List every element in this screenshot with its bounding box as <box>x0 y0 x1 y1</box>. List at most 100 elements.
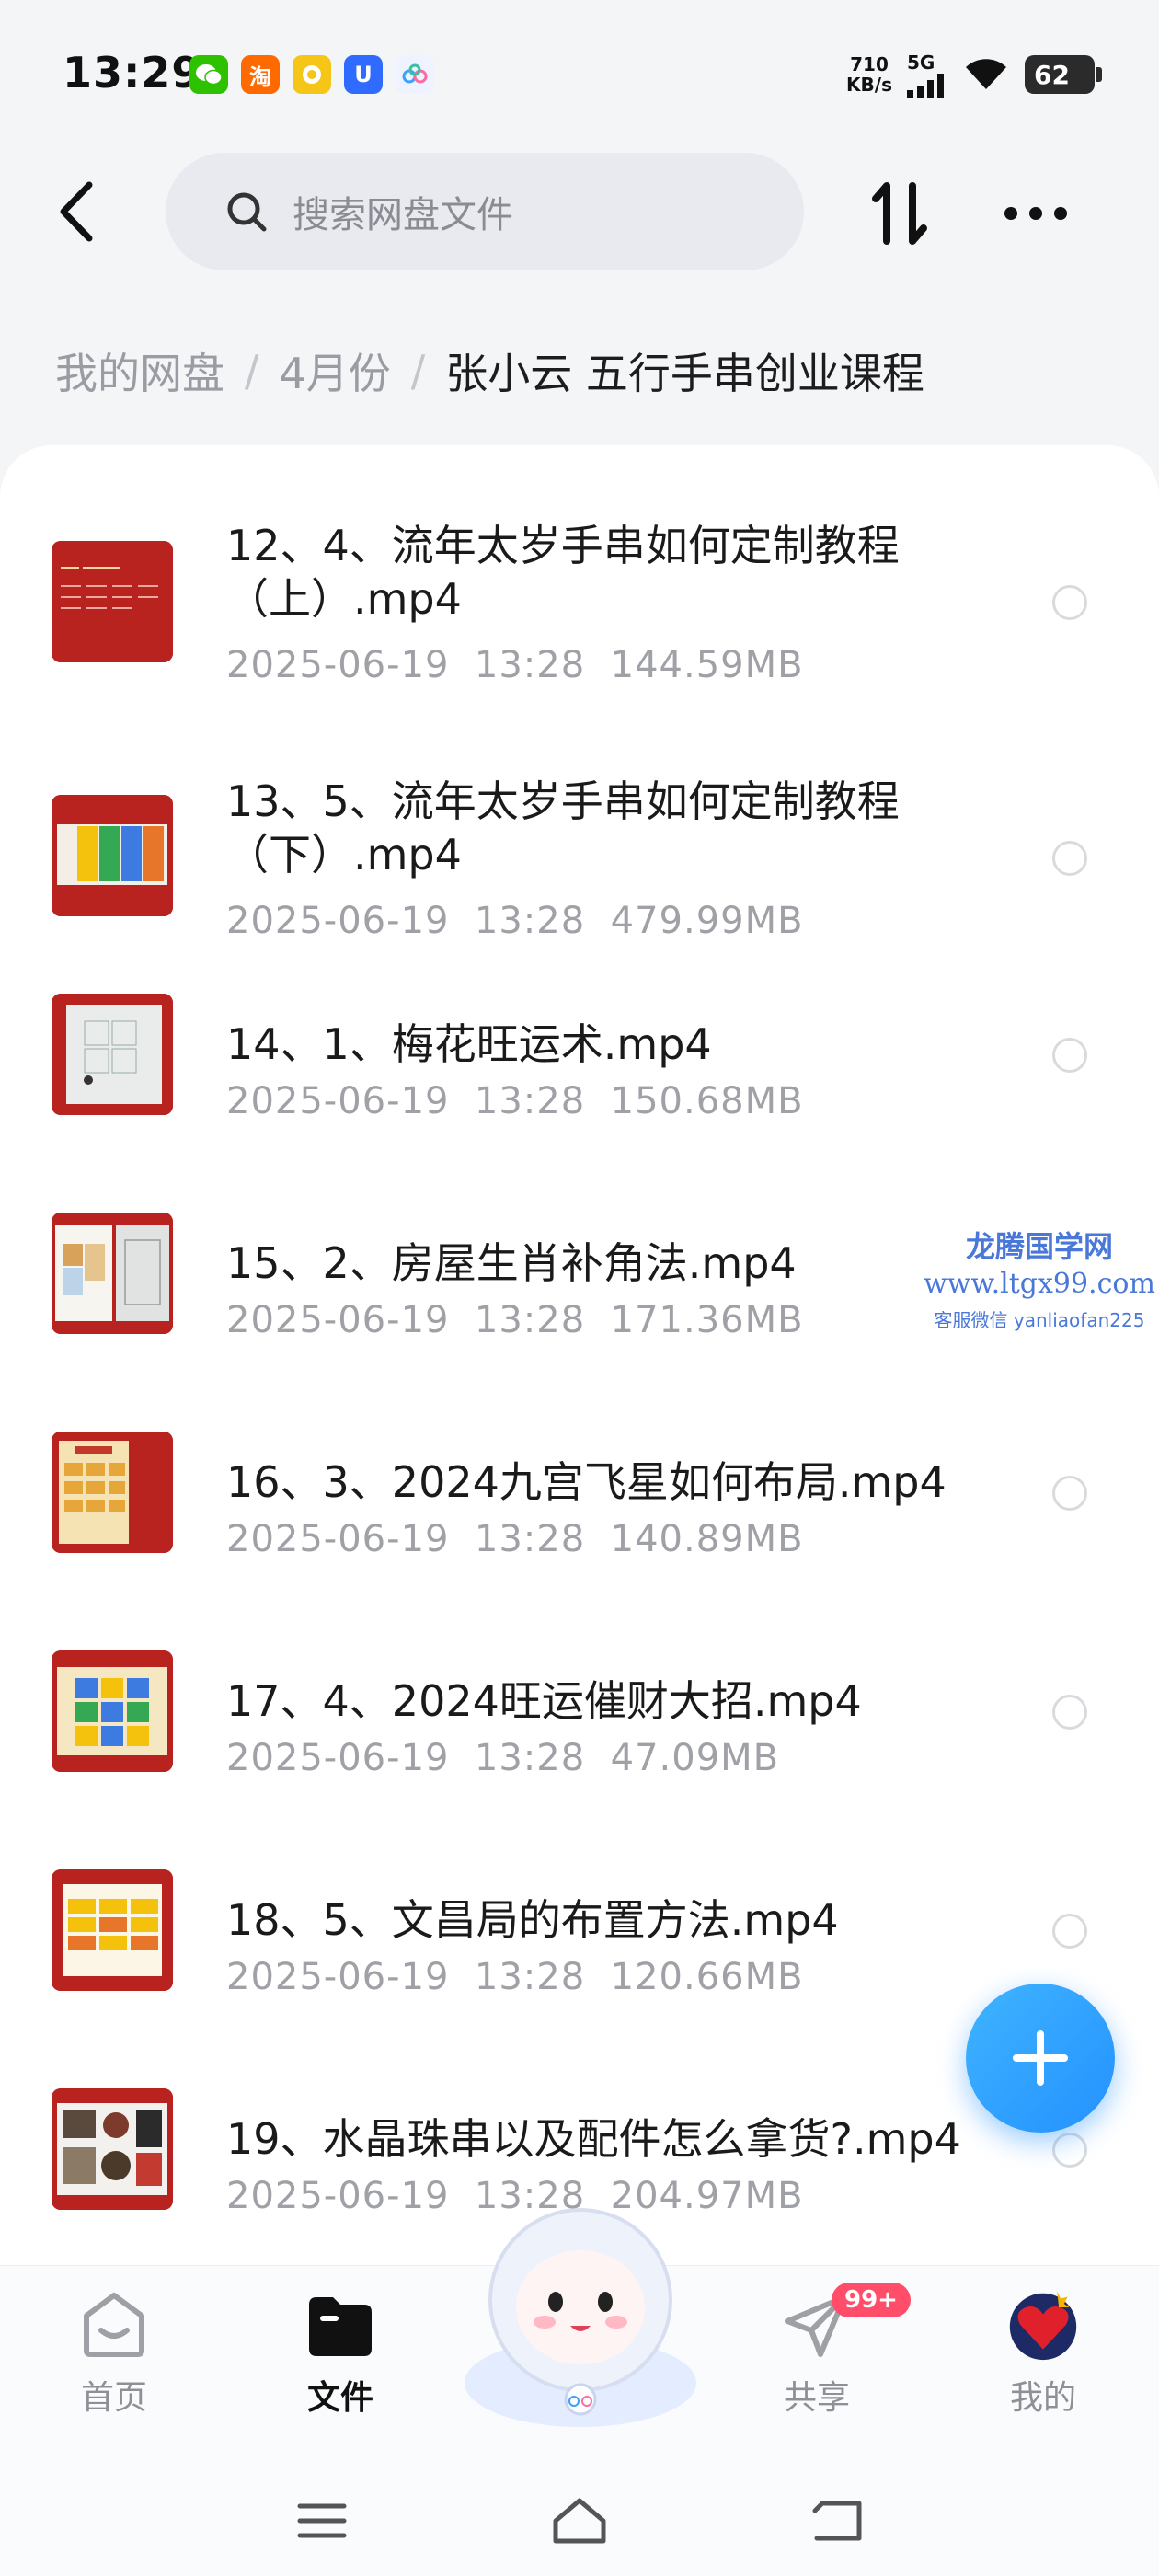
file-date: 2025-06-19 <box>226 1737 450 1779</box>
file-name: 16、3、2024九宫飞星如何布局.mp4 <box>226 1457 947 1507</box>
file-row[interactable]: 16、3、2024九宫飞星如何布局.mp4 2025-06-19 13:28 1… <box>0 1432 1159 1597</box>
file-name: 13、5、流年太岁手串如何定制教程（下）.mp4 <box>226 776 900 880</box>
system-nav-bar <box>0 2466 1159 2576</box>
file-size: 120.66MB <box>610 1956 804 1998</box>
video-thumbnail <box>52 795 173 916</box>
file-time: 13:28 <box>474 1080 586 1122</box>
status-app-icons: 淘 U <box>189 55 434 94</box>
file-row[interactable]: 14、1、梅花旺运术.mp4 2025-06-19 13:28 150.68MB <box>0 994 1159 1159</box>
watermark: 龙腾国学网 www.ltgx99.com 客服微信 yanliaofan225 <box>920 1224 1159 1332</box>
breadcrumb-item-root[interactable]: 我的网盘 <box>55 340 224 401</box>
file-time: 13:28 <box>474 644 586 686</box>
file-date: 2025-06-19 <box>226 900 450 942</box>
nav-label-files: 文件 <box>306 2379 373 2417</box>
file-date: 2025-06-19 <box>226 1080 450 1122</box>
video-thumbnail <box>52 994 173 1115</box>
battery-indicator: 62 <box>1025 55 1102 94</box>
file-time: 13:28 <box>474 900 586 942</box>
nav-item-share[interactable]: 99+ 共享 <box>743 2283 911 2419</box>
breadcrumb-separator: / <box>245 346 259 396</box>
more-horizontal-icon <box>1004 207 1067 220</box>
nav-item-files[interactable]: 文件 <box>267 2288 414 2419</box>
file-meta: 2025-06-19 13:28 171.36MB <box>226 1299 804 1341</box>
network-type: 5G <box>907 52 935 74</box>
home-icon <box>77 2288 151 2362</box>
search-input[interactable]: 搜索网盘文件 <box>166 153 804 270</box>
select-radio[interactable] <box>1052 1038 1087 1073</box>
net-speed-unit: KB/s <box>846 74 892 96</box>
status-time: 13:29 <box>63 48 202 98</box>
add-button[interactable] <box>966 1984 1115 2133</box>
file-row[interactable]: 17、4、2024旺运催财大招.mp4 2025-06-19 13:28 47.… <box>0 1650 1159 1816</box>
file-date: 2025-06-19 <box>226 1299 450 1341</box>
video-thumbnail <box>52 2088 173 2210</box>
search-placeholder: 搜索网盘文件 <box>293 194 513 236</box>
file-time: 13:28 <box>474 1737 586 1779</box>
nav-item-me[interactable]: 我的 <box>970 2288 1117 2419</box>
select-radio[interactable] <box>1052 841 1087 876</box>
recent-apps-button[interactable] <box>285 2484 359 2558</box>
file-meta: 2025-06-19 13:28 120.66MB <box>226 1956 804 1998</box>
video-thumbnail <box>52 1213 173 1334</box>
home-outline-icon <box>553 2498 606 2544</box>
breadcrumb-current: 张小云 五行手串创业课程 <box>445 349 924 398</box>
file-size: 140.89MB <box>610 1518 804 1560</box>
net-speed: 710 KB/s <box>846 54 892 95</box>
system-back-button[interactable] <box>800 2484 874 2558</box>
nav-label-me: 我的 <box>1009 2379 1076 2417</box>
notification-badge: 99+ <box>832 2283 911 2317</box>
avatar-icon <box>1006 2288 1080 2362</box>
folder-icon <box>304 2288 377 2362</box>
breadcrumb-item-month[interactable]: 4月份 <box>280 340 391 401</box>
breadcrumb: 我的网盘 / 4月份 / 张小云 五行手串创业课程 <box>55 340 924 401</box>
sort-button[interactable] <box>863 177 936 250</box>
assistant-mascot-button[interactable] <box>460 2199 701 2429</box>
wechat-icon <box>189 55 228 94</box>
status-indicators: 710 KB/s 5G 62 <box>846 52 1102 98</box>
select-radio[interactable] <box>1052 1914 1087 1949</box>
nav-item-home[interactable]: 首页 <box>40 2288 188 2419</box>
file-size: 144.59MB <box>610 644 804 686</box>
top-bar: 搜索网盘文件 <box>0 147 1159 276</box>
file-meta: 2025-06-19 13:28 479.99MB <box>226 900 804 942</box>
watermark-title: 龙腾国学网 <box>965 1229 1113 1264</box>
select-radio[interactable] <box>1052 2133 1087 2168</box>
wifi-icon <box>962 54 1010 95</box>
file-meta: 2025-06-19 13:28 150.68MB <box>226 1080 804 1122</box>
file-time: 13:28 <box>474 1518 586 1560</box>
nav-label-home: 首页 <box>80 2379 147 2417</box>
file-row[interactable]: 12、4、流年太岁手串如何定制教程（上）.mp4 2025-06-19 13:2… <box>0 482 1159 703</box>
file-date: 2025-06-19 <box>226 2175 450 2217</box>
status-bar: 13:29 淘 U 710 KB/s 5G 62 <box>0 0 1159 147</box>
file-name: 14、1、梅花旺运术.mp4 <box>226 1019 712 1069</box>
nav-label-share: 共享 <box>783 2379 850 2417</box>
video-thumbnail <box>52 1650 173 1772</box>
menu-icon <box>297 2503 347 2538</box>
yellow-app-icon <box>293 55 331 94</box>
file-size: 479.99MB <box>610 900 804 942</box>
file-row[interactable]: 13、5、流年太岁手串如何定制教程（下）.mp4 2025-06-19 13:2… <box>0 738 1159 959</box>
return-icon <box>812 2501 862 2541</box>
select-radio[interactable] <box>1052 1695 1087 1730</box>
sort-icon <box>872 182 927 245</box>
search-icon <box>227 192 267 232</box>
video-thumbnail <box>52 1869 173 1991</box>
file-date: 2025-06-19 <box>226 1956 450 1998</box>
file-date: 2025-06-19 <box>226 644 450 686</box>
select-radio[interactable] <box>1052 1476 1087 1511</box>
file-name: 12、4、流年太岁手串如何定制教程（上）.mp4 <box>226 521 900 624</box>
file-time: 13:28 <box>474 1299 586 1341</box>
net-speed-value: 710 <box>850 53 889 75</box>
cell-signal-icon: 5G <box>907 52 947 98</box>
system-home-button[interactable] <box>543 2484 616 2558</box>
file-name: 19、水晶珠串以及配件怎么拿货?.mp4 <box>226 2114 961 2164</box>
back-button[interactable] <box>44 175 109 248</box>
blue-u-app-icon: U <box>344 55 383 94</box>
file-date: 2025-06-19 <box>226 1518 450 1560</box>
taobao-icon: 淘 <box>241 55 280 94</box>
more-button[interactable] <box>999 177 1073 250</box>
watermark-contact: 客服微信 yanliaofan225 <box>934 1309 1145 1331</box>
select-radio[interactable] <box>1052 585 1087 620</box>
breadcrumb-separator: / <box>410 346 426 396</box>
file-size: 150.68MB <box>610 1080 804 1122</box>
